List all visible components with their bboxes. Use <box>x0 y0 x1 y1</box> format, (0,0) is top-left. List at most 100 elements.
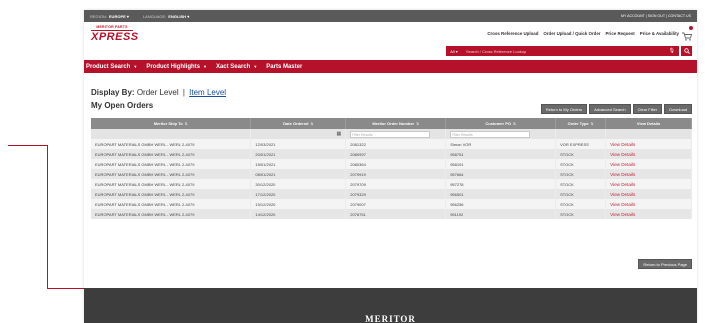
column-header-order-number[interactable]: Meritor Order Number ⇅ <box>345 118 447 129</box>
header-link-price-availability[interactable]: Price & Availability <box>640 31 679 36</box>
cell-customer-po: 956256 <box>445 199 557 209</box>
cell-order-type: STOCK <box>555 179 607 189</box>
view-details-link[interactable]: View Details <box>605 189 692 199</box>
search-scope-select[interactable]: All ▾ <box>446 46 462 56</box>
view-details-link[interactable]: View Details <box>605 159 692 169</box>
region-selector[interactable]: EUROPE ▾ <box>109 14 129 19</box>
header-link-order-upload[interactable]: Order Upload / Quick Order <box>543 31 600 36</box>
view-details-link[interactable]: View Details <box>605 169 692 179</box>
table-header-row: Meritor Ship To ⇅ Date Ordered ⇅ Meritor O… <box>91 118 692 129</box>
cell-order-type: STOCK <box>555 149 607 159</box>
cart-badge <box>689 26 693 30</box>
cell-order-type: VOR EXPRESS <box>555 139 607 149</box>
region-value: EUROPE <box>108 13 126 19</box>
callout-line <box>8 145 48 146</box>
region-label: REGION: <box>90 13 107 19</box>
table-row: EUROPART MATERIALS GMBH WERL - WERL 2-40… <box>91 189 692 199</box>
chevron-down-icon: ▾ <box>126 13 129 19</box>
nav-xact-search[interactable]: Xact Search ▼ <box>216 64 257 70</box>
utility-bar: REGION: EUROPE ▾ LANGUAGE: ENGLISH ▾ MY … <box>84 10 697 22</box>
search-button[interactable] <box>681 46 692 56</box>
cell-ship-to: EUROPART MATERIALS GMBH WERL - WERL 2-40… <box>91 159 252 169</box>
cell-date: 20/01/2021 <box>250 149 347 159</box>
cell-customer-po: Simon VOR <box>445 139 557 149</box>
table-row: EUROPART MATERIALS GMBH WERL - WERL 2-40… <box>91 179 692 189</box>
account-links[interactable]: MY ACCOUNT | SIGN OUT | CONTACT US <box>621 14 691 18</box>
cell-ship-to: EUROPART MATERIALS GMBH WERL - WERL 2-40… <box>91 179 252 189</box>
callout-line <box>47 145 48 289</box>
table-row: EUROPART MATERIALS GMBH WERL - WERL 2-40… <box>91 149 692 159</box>
cell-ship-to: EUROPART MATERIALS GMBH WERL - WERL 2-40… <box>91 169 252 179</box>
cell-date: 15/12/2020 <box>250 199 347 209</box>
cell-customer-po: 958751 <box>445 149 557 159</box>
advanced-search-button[interactable]: Advanced Search <box>589 104 631 114</box>
main-content: Display By: Order Level | Item Level My … <box>84 73 697 288</box>
open-orders-table: Meritor Ship To ⇅ Date Ordered ⇅ Meritor O… <box>91 118 692 219</box>
cell-order-number: 2079329 <box>345 189 447 199</box>
cell-order-number: 2080364 <box>345 159 447 169</box>
table-row: EUROPART MATERIALS GMBH WERL - WERL 2-40… <box>91 159 692 169</box>
table-row: EUROPART MATERIALS GMBH WERL - WERL 2-40… <box>91 139 692 149</box>
display-by-toggle: Display By: Order Level | Item Level <box>91 88 226 97</box>
view-details-link[interactable]: View Details <box>605 199 692 209</box>
cell-date: 17/12/2020 <box>250 189 347 199</box>
nav-label: Product Highlights <box>146 63 200 70</box>
cell-order-type: STOCK <box>555 169 607 179</box>
logo-main-text: XPRESS <box>91 31 139 43</box>
nav-label: Product Search <box>86 63 131 70</box>
nav-parts-master[interactable]: Parts Master <box>266 64 302 70</box>
cell-customer-po: 956501 <box>445 189 557 199</box>
cell-order-number: 2080997 <box>345 149 447 159</box>
browser-page: REGION: EUROPE ▾ LANGUAGE: ENGLISH ▾ MY … <box>84 10 697 323</box>
clear-filter-button[interactable]: Clear Filter <box>632 104 663 114</box>
sort-icon: ⇅ <box>512 122 516 126</box>
cell-ship-to: EUROPART MATERIALS GMBH WERL - WERL 2-40… <box>91 139 252 149</box>
table-actions: Return to My Orders Advanced Search Clea… <box>540 104 692 114</box>
header-link-cross-reference-upload[interactable]: Cross Reference Upload <box>487 31 538 36</box>
page-title: My Open Orders <box>91 101 154 110</box>
display-by-separator: | <box>182 88 185 97</box>
cell-order-type: STOCK <box>555 199 607 209</box>
view-details-link[interactable]: View Details <box>605 139 692 149</box>
column-header-customer-po[interactable]: Customer PO ⇅ <box>445 118 557 129</box>
filter-input-customer-po[interactable]: Filter Results <box>450 130 531 138</box>
cell-ship-to: EUROPART MATERIALS GMBH WERL - WERL 2-40… <box>91 149 252 159</box>
cart-icon-svg <box>682 32 693 41</box>
meritor-parts-xpress-logo[interactable]: MERITOR PARTS XPRESS <box>91 25 139 49</box>
cell-order-number: 2079919 <box>345 169 447 179</box>
return-to-my-orders-button[interactable]: Return to My Orders <box>540 104 588 114</box>
calendar-icon[interactable]: ▦ <box>336 131 341 137</box>
column-header-date-ordered[interactable]: Date Ordered ⇅ <box>250 118 347 129</box>
nav-product-highlights[interactable]: Product Highlights ▼ <box>146 64 207 70</box>
microphone-icon[interactable]: 🎙 <box>669 48 675 54</box>
screenshot-stage: REGION: EUROPE ▾ LANGUAGE: ENGLISH ▾ MY … <box>0 0 705 323</box>
view-details-link[interactable]: View Details <box>605 149 692 159</box>
display-by-item-level-link[interactable]: Item Level <box>189 88 226 97</box>
display-by-label: Display By: <box>91 88 135 97</box>
cell-order-number: 2081322 <box>345 139 447 149</box>
cell-customer-po: 951192 <box>445 209 557 219</box>
search-input[interactable]: Search / Cross Reference Lookup 🎙 <box>462 46 679 56</box>
download-button[interactable]: Download <box>664 104 692 114</box>
language-label: LANGUAGE: <box>142 13 167 19</box>
table-row: EUROPART MATERIALS GMBH WERL - WERL 2-40… <box>91 199 692 209</box>
header-link-price-request[interactable]: Price Request <box>605 31 634 36</box>
filter-input-order-number[interactable]: Filter Results <box>350 130 431 138</box>
sort-icon: ⇅ <box>590 122 594 126</box>
header-links: Cross Reference Upload Order Upload / Qu… <box>487 31 679 36</box>
column-header-ship-to[interactable]: Meritor Ship To ⇅ <box>91 118 252 129</box>
meritor-footer-logo: MERITOR <box>365 314 416 323</box>
cell-date: 12/03/2021 <box>250 139 347 149</box>
display-by-order-level: Order Level <box>136 88 179 97</box>
language-selector[interactable]: ENGLISH ▾ <box>168 14 189 19</box>
cart-icon[interactable] <box>682 26 693 41</box>
view-details-link[interactable]: View Details <box>605 209 692 219</box>
view-details-link[interactable]: View Details <box>605 179 692 189</box>
nav-product-search[interactable]: Product Search ▼ <box>86 64 137 70</box>
site-footer: MERITOR <box>84 288 697 323</box>
cell-customer-po: 958191 <box>445 159 557 169</box>
column-header-order-type[interactable]: Order Type ⇅ <box>555 118 607 129</box>
cell-order-type: STOCK <box>555 189 607 199</box>
return-to-previous-page-button[interactable]: Return to Previous Page <box>638 259 692 269</box>
main-nav: Product Search ▼ Product Highlights ▼ Xact… <box>84 60 697 73</box>
